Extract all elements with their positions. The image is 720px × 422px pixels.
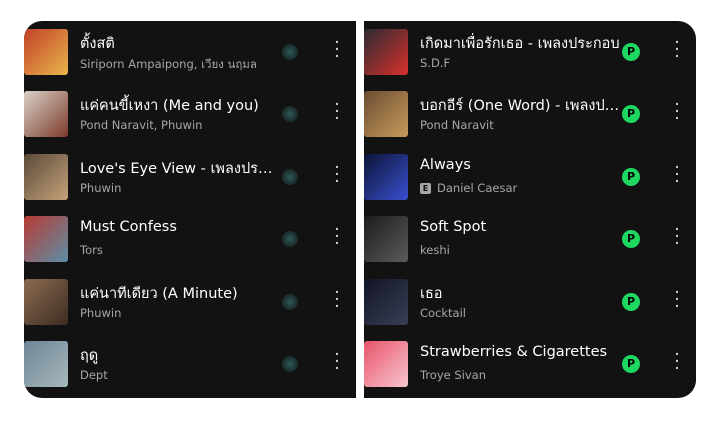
preview-icon <box>282 231 298 247</box>
song-artist: Siriporn Ampaipong, เวียง นฤมล <box>80 56 260 74</box>
song-artist: E Daniel Caesar <box>420 181 600 195</box>
more-options-icon[interactable]: · · · <box>672 285 682 316</box>
song-title: ตั้งสติ <box>80 36 115 52</box>
song-title: แค่นาทีเดียว (A Minute) <box>80 286 238 302</box>
song-row[interactable]: Soft Spot keshi P · · · <box>364 208 696 270</box>
song-title: Strawberries & Cigarettes <box>420 344 608 360</box>
premium-badge: P <box>622 105 640 123</box>
album-art <box>24 216 68 262</box>
song-row[interactable]: Strawberries & Cigarettes Troye Sivan P … <box>364 333 696 395</box>
artist-name: Cocktail <box>420 306 466 320</box>
artist-name: Siriporn Ampaipong, เวียง นฤมล <box>80 57 257 71</box>
premium-badge: P <box>622 230 640 248</box>
more-options-icon[interactable]: · · · <box>332 97 342 128</box>
artist-name: Phuwin <box>80 181 122 195</box>
artist-name: S.D.F <box>420 56 451 70</box>
song-row[interactable]: เธอ Cocktail P · · · <box>364 271 696 333</box>
song-title: Must Confess <box>80 219 177 235</box>
song-title: เธอ <box>420 286 443 302</box>
song-row[interactable]: ฤดู Dept · · · <box>24 333 356 395</box>
artist-name: Troye Sivan <box>420 368 487 382</box>
song-row[interactable]: ตั้งสติ Siriporn Ampaipong, เวียง นฤมล ·… <box>24 21 356 83</box>
album-art <box>24 91 68 137</box>
preview-icon <box>282 294 298 310</box>
more-options-icon[interactable]: · · · <box>332 347 342 378</box>
song-artist: Troye Sivan <box>420 368 600 382</box>
album-art <box>364 341 408 387</box>
song-artist: Phuwin <box>80 181 260 195</box>
more-options-icon[interactable]: · · · <box>332 160 342 191</box>
album-art <box>24 341 68 387</box>
song-artist: Phuwin <box>80 306 260 320</box>
album-art <box>24 279 68 325</box>
artist-name: Tors <box>80 243 103 257</box>
left-song-list: ตั้งสติ Siriporn Ampaipong, เวียง นฤมล ·… <box>24 21 356 398</box>
more-options-icon[interactable]: · · · <box>332 35 342 66</box>
album-art <box>364 154 408 200</box>
more-options-icon[interactable]: · · · <box>672 347 682 378</box>
song-title: Soft Spot <box>420 219 487 235</box>
song-row[interactable]: Must Confess Tors · · · <box>24 208 356 270</box>
song-title: ฤดู <box>80 348 99 364</box>
song-title: เกิดมาเพื่อรักเธอ - เพลงประกอบ <box>420 36 620 52</box>
artist-name: Phuwin <box>80 306 122 320</box>
more-options-icon[interactable]: · · · <box>672 160 682 191</box>
preview-icon <box>282 106 298 122</box>
right-song-list: เกิดมาเพื่อรักเธอ - เพลงประกอบ S.D.F P ·… <box>364 21 696 398</box>
song-artist: Pond Naravit, Phuwin <box>80 118 260 132</box>
song-row[interactable]: บอกอีร์ (One Word) - เพลงประกอบ Pond Nar… <box>364 83 696 145</box>
premium-badge: P <box>622 43 640 61</box>
song-artist: Tors <box>80 243 260 257</box>
album-art <box>364 91 408 137</box>
album-art <box>24 29 68 75</box>
album-art <box>24 154 68 200</box>
more-options-icon[interactable]: · · · <box>672 35 682 66</box>
song-row[interactable]: Love's Eye View - เพลงประกอบ Phuwin · · · <box>24 146 356 208</box>
album-art <box>364 216 408 262</box>
artist-name: Dept <box>80 368 108 382</box>
song-row[interactable]: Always E Daniel Caesar P · · · <box>364 146 696 208</box>
song-artist: Dept <box>80 368 260 382</box>
song-row[interactable]: เกิดมาเพื่อรักเธอ - เพลงประกอบ S.D.F P ·… <box>364 21 696 83</box>
song-title: แค่คนขี้เหงา (Me and you) <box>80 98 259 114</box>
more-options-icon[interactable]: · · · <box>332 222 342 253</box>
song-title: Love's Eye View - เพลงประกอบ <box>80 161 280 177</box>
more-options-icon[interactable]: · · · <box>672 97 682 128</box>
more-options-icon[interactable]: · · · <box>332 285 342 316</box>
album-art <box>364 29 408 75</box>
preview-icon <box>282 356 298 372</box>
more-options-icon[interactable]: · · · <box>672 222 682 253</box>
explicit-badge: E <box>420 182 431 194</box>
song-title: บอกอีร์ (One Word) - เพลงประกอบ <box>420 98 620 114</box>
premium-badge: P <box>622 168 640 186</box>
premium-badge: P <box>622 355 640 373</box>
song-artist: Cocktail <box>420 306 600 320</box>
song-row[interactable]: แค่คนขี้เหงา (Me and you) Pond Naravit, … <box>24 83 356 145</box>
song-artist: S.D.F <box>420 56 600 70</box>
song-title: Always <box>420 157 471 173</box>
song-row[interactable]: แค่นาทีเดียว (A Minute) Phuwin · · · <box>24 271 356 333</box>
preview-icon <box>282 44 298 60</box>
album-art <box>364 279 408 325</box>
artist-name: keshi <box>420 243 450 257</box>
artist-name: Daniel Caesar <box>437 181 518 195</box>
preview-icon <box>282 169 298 185</box>
artist-name: Pond Naravit, Phuwin <box>80 118 203 132</box>
artist-name: Pond Naravit <box>420 118 494 132</box>
song-artist: Pond Naravit <box>420 118 600 132</box>
premium-badge: P <box>622 293 640 311</box>
song-artist: keshi <box>420 243 600 257</box>
